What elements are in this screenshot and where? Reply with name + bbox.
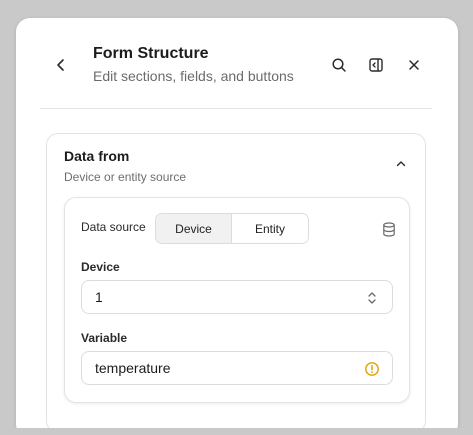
- collapse-section-button[interactable]: [393, 156, 409, 172]
- database-button[interactable]: [381, 221, 397, 237]
- sidebar-toggle-button[interactable]: [365, 54, 387, 76]
- data-source-device-option[interactable]: Device: [156, 214, 232, 243]
- data-source-entity-option[interactable]: Entity: [232, 214, 308, 243]
- variable-input-value: temperature: [95, 360, 171, 376]
- data-source-toggle: Device Entity: [155, 213, 309, 244]
- data-source-label: Data source: [81, 220, 146, 234]
- sidebar-toggle-icon: [369, 58, 383, 72]
- device-field-label: Device: [81, 260, 120, 274]
- search-icon: [332, 58, 346, 72]
- panel-title: Form Structure: [93, 45, 209, 62]
- warning-circle-icon: [364, 361, 380, 377]
- back-button[interactable]: [50, 54, 72, 76]
- variable-input[interactable]: temperature: [81, 351, 393, 385]
- panel-subtitle: Edit sections, fields, and buttons: [93, 68, 294, 84]
- header-divider: [40, 108, 432, 109]
- form-structure-panel: Form Structure Edit sections, fields, an…: [16, 18, 458, 435]
- device-select[interactable]: 1: [81, 280, 393, 314]
- chevron-up-down-icon: [364, 290, 380, 306]
- chevron-up-icon: [396, 161, 406, 167]
- chevron-left-icon: [57, 59, 64, 71]
- section-title: Data from: [64, 148, 130, 164]
- data-from-section: Data from Device or entity source Data s…: [46, 133, 426, 433]
- panel-header: Form Structure Edit sections, fields, an…: [16, 18, 458, 110]
- data-source-card: Data source Device Entity Device 1 Varia…: [64, 197, 410, 403]
- close-icon: [409, 60, 419, 70]
- search-button[interactable]: [328, 54, 350, 76]
- database-icon: [383, 221, 395, 237]
- close-button[interactable]: [403, 54, 425, 76]
- device-select-value: 1: [95, 289, 103, 305]
- section-subtitle: Device or entity source: [64, 170, 187, 184]
- variable-field-label: Variable: [81, 331, 128, 345]
- window-frame-edge: [0, 428, 473, 435]
